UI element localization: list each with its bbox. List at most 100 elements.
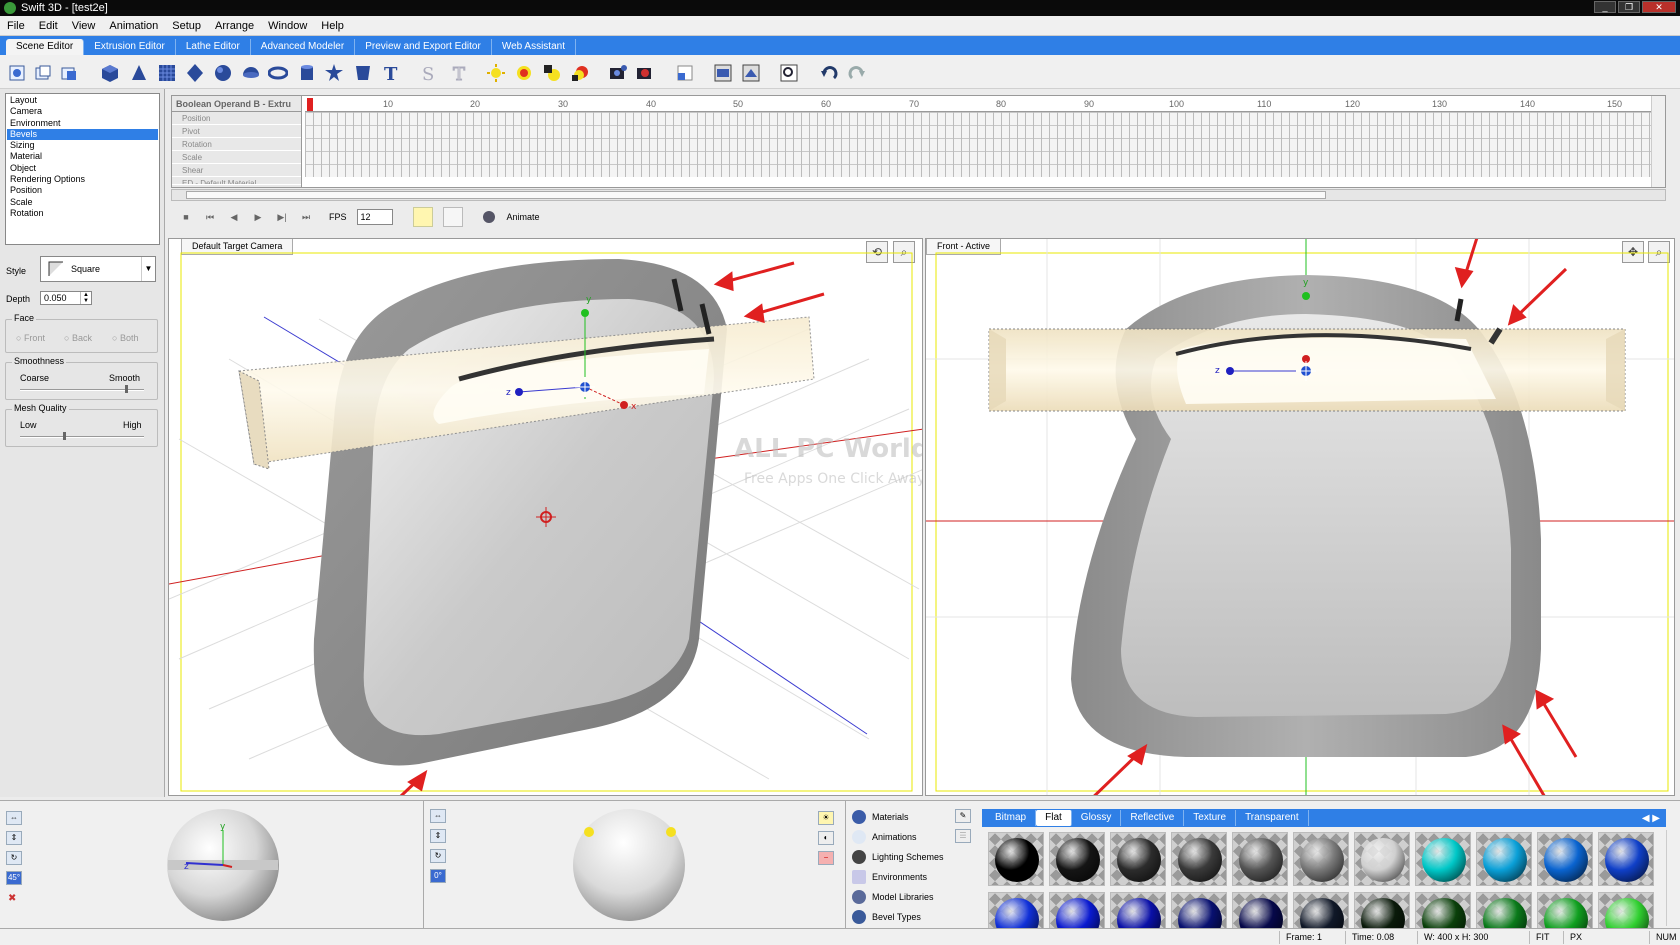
object-trackball[interactable]: y z [160,805,290,925]
material-tab-transparent[interactable]: Transparent [1236,810,1309,826]
library-lighting-schemes[interactable]: Lighting Schemes [852,850,944,864]
property-item-position[interactable]: Position [7,185,158,196]
close-button[interactable]: ✕ [1642,1,1676,13]
diamond-icon[interactable] [184,62,206,84]
timeline-scroll-thumb[interactable] [186,191,1326,199]
trackball-vertical-icon[interactable]: ⇕ [6,831,22,845]
menu-animation[interactable]: Animation [102,20,165,32]
tab-preview-export-editor[interactable]: Preview and Export Editor [355,39,492,55]
mesh-quality-slider[interactable] [63,432,67,440]
trackball-spin-icon[interactable]: ↻ [6,851,22,865]
menu-edit[interactable]: Edit [32,20,65,32]
style-dropdown[interactable]: Square ▼ [40,256,156,282]
camera-icon[interactable] [607,62,629,84]
lighting-trackball[interactable] [566,805,696,925]
light-trackball-spin-icon[interactable]: ↻ [430,849,446,863]
remove-light-icon[interactable]: − [818,851,834,865]
property-item-scale[interactable]: Scale [7,197,158,208]
next-frame-icon[interactable]: ▶| [275,210,289,224]
cube-icon[interactable] [99,62,121,84]
tab-extrusion-editor[interactable]: Extrusion Editor [84,39,176,55]
menu-file[interactable]: File [0,20,32,32]
material-swatch[interactable] [988,892,1044,928]
material-swatch[interactable] [1049,832,1105,886]
material-tab-reflective[interactable]: Reflective [1121,810,1185,826]
menu-view[interactable]: View [65,20,103,32]
property-item-object[interactable]: Object [7,163,158,174]
new-scene-icon[interactable] [6,62,28,84]
timeline-keyframe-grid[interactable] [305,112,1651,177]
face-both-radio[interactable]: ○ Both [112,333,138,343]
material-swatch[interactable] [1537,892,1593,928]
reset-icon[interactable]: ✖ [8,893,16,904]
material-swatch[interactable] [988,832,1044,886]
property-item-layout[interactable]: Layout [7,95,158,106]
grid-plane-icon[interactable] [156,62,178,84]
animate-label[interactable]: Animate [507,212,540,222]
timeline-row-rotation[interactable]: Rotation [172,138,301,151]
open-icon[interactable] [32,62,54,84]
property-item-sizing[interactable]: Sizing [7,140,158,151]
timeline-vertical-scrollbar[interactable] [1651,96,1665,187]
material-swatch[interactable] [1293,832,1349,886]
point-light-icon[interactable] [513,62,535,84]
face-back-radio[interactable]: ○ Back [64,333,92,343]
timeline-horizontal-scrollbar[interactable] [171,189,1666,201]
light-handle-icon[interactable] [666,827,676,837]
material-tabs-scroll-icon[interactable]: ◀ ▶ [1642,813,1660,824]
library-model-libraries[interactable]: Model Libraries [852,890,934,904]
save-icon[interactable] [58,62,80,84]
cone-icon[interactable] [128,62,150,84]
material-swatch[interactable] [1415,892,1471,928]
add-light-icon[interactable]: ☀ [818,811,834,825]
material-swatch[interactable] [1171,832,1227,886]
face-front-radio[interactable]: ○ Front [16,333,45,343]
material-swatch[interactable] [1354,832,1410,886]
material-tab-texture[interactable]: Texture [1184,810,1237,826]
area-light-icon[interactable] [569,62,591,84]
trackball-lock-icon[interactable]: ⇔ [6,811,22,825]
material-swatch[interactable] [1110,832,1166,886]
material-swatch[interactable] [1476,832,1532,886]
smoothness-slider[interactable] [125,385,129,393]
torus-icon[interactable] [267,62,289,84]
tab-scene-editor[interactable]: Scene Editor [6,39,85,55]
tab-lathe-editor[interactable]: Lathe Editor [176,39,251,55]
timeline-row-shear[interactable]: Shear [172,164,301,177]
light-rotation-degree-button[interactable]: 0° [430,869,446,883]
star-icon[interactable] [323,62,345,84]
timeline-row-scale[interactable]: Scale [172,151,301,164]
property-item-rotation[interactable]: Rotation [7,208,158,219]
box-icon[interactable] [352,62,374,84]
animate-icon[interactable] [481,208,497,226]
spot-light-icon[interactable] [541,62,563,84]
timeline-row-material[interactable]: ED - Default Material [172,177,301,185]
text-icon[interactable]: T [380,62,402,84]
text-outline-icon[interactable]: T [448,62,470,84]
export-icon[interactable] [740,62,762,84]
material-swatch[interactable] [1476,892,1532,928]
property-item-material[interactable]: Material [7,151,158,162]
menu-arrange[interactable]: Arrange [208,20,261,32]
loop-icon[interactable] [412,207,433,227]
menu-setup[interactable]: Setup [165,20,208,32]
undo-icon[interactable] [818,62,840,84]
material-swatch[interactable] [1110,892,1166,928]
cylinder-icon[interactable] [296,62,318,84]
light-icon[interactable] [485,62,507,84]
material-swatch[interactable] [1598,832,1654,886]
zoom-icon[interactable] [778,62,800,84]
tab-advanced-modeler[interactable]: Advanced Modeler [251,39,356,55]
hemisphere-icon[interactable] [240,62,262,84]
material-swatch[interactable] [1049,892,1105,928]
property-item-bevels[interactable]: Bevels [7,128,158,141]
menu-help[interactable]: Help [314,20,351,32]
library-bevel-types[interactable]: Bevel Types [852,910,921,924]
depth-spinner[interactable]: ▲ ▼ [80,292,91,304]
material-tab-flat[interactable]: Flat [1036,810,1072,826]
tab-web-assistant[interactable]: Web Assistant [492,39,576,55]
fps-input[interactable]: 12 [356,209,393,225]
playhead[interactable] [307,98,313,111]
first-frame-icon[interactable]: ⏮ [203,210,217,224]
material-swatch[interactable] [1537,832,1593,886]
